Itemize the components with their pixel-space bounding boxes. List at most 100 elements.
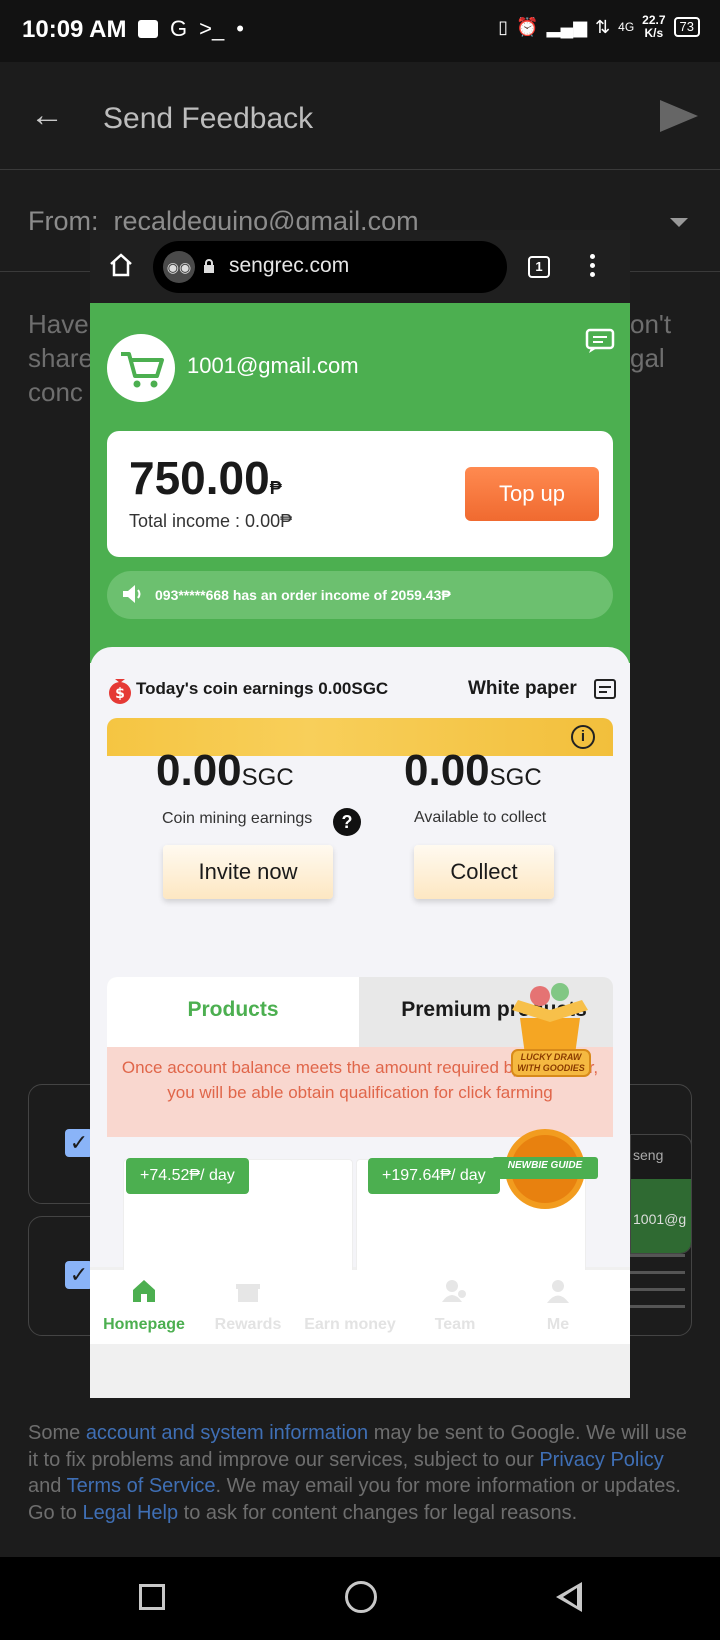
speaker-icon: [123, 585, 141, 603]
nav-earn-money[interactable]: Earn money: [296, 1270, 404, 1344]
available-value: 0.00SGC: [404, 746, 542, 796]
back-arrow-icon[interactable]: ←: [30, 96, 64, 135]
feedback-text-left: Have share conc: [28, 309, 94, 407]
mining-unit: SGC: [241, 764, 294, 791]
address-bar[interactable]: ◉◉ sengrec.com: [153, 241, 507, 293]
collect-button[interactable]: Collect: [414, 845, 554, 899]
coin-earnings-title: Today's coin earnings 0.00SGC: [136, 679, 389, 698]
help-icon[interactable]: ?: [333, 808, 361, 836]
newbie-guide-label: NEWBIE GUIDE: [507, 1160, 583, 1171]
back-button-inner: [563, 1588, 577, 1606]
peek-email: 1001@g: [633, 1211, 687, 1227]
tab-products[interactable]: Products: [107, 977, 359, 1047]
money-bag-icon: $: [109, 679, 131, 704]
data-arrows-icon: ⇅: [595, 16, 611, 37]
chevron-down-icon[interactable]: [670, 218, 688, 227]
available-caption: Available to collect: [414, 809, 547, 826]
mining-earnings-value: 0.00SGC: [156, 746, 294, 796]
browser-toolbar: ◉◉ sengrec.com 1: [90, 230, 630, 303]
send-icon[interactable]: [660, 100, 698, 132]
bottom-nav: Homepage Rewards Earn money Team Me: [90, 1270, 630, 1344]
product-rate-badge: +197.64₱/ day: [368, 1158, 500, 1194]
home-button[interactable]: [345, 1581, 377, 1613]
shopping-cart-icon: [121, 352, 164, 388]
nav-rewards[interactable]: Rewards: [194, 1270, 302, 1344]
feedback-title: Send Feedback: [103, 102, 314, 135]
currency-symbol: ₱: [269, 478, 282, 498]
white-paper-link[interactable]: White paper: [468, 678, 577, 700]
nav-me[interactable]: Me: [504, 1270, 612, 1344]
tab-switcher-icon[interactable]: 1: [528, 256, 550, 278]
mining-value: 0.00: [156, 746, 242, 795]
popup-browser: ◉◉ sengrec.com 1 1001@gmail.com 750.00₱ …: [90, 230, 630, 1398]
total-income: Total income : 0.00₱: [129, 511, 293, 531]
battery-icon: 73: [673, 17, 700, 37]
status-bar: 10:09 AM G >_ • ▯ ⏰ ▂▄▆ ⇅ 4G 22.7 K/s 73: [0, 0, 720, 62]
nav-team[interactable]: Team: [401, 1270, 509, 1344]
google-icon: G: [170, 16, 188, 41]
available-unit: SGC: [489, 764, 542, 791]
newbie-guide-badge[interactable]: NEWBIE GUIDE: [490, 1123, 600, 1213]
alarm-icon: ⏰: [516, 16, 539, 37]
home-icon[interactable]: [108, 252, 134, 278]
svg-text:$: $: [115, 686, 125, 702]
document-icon[interactable]: [593, 677, 617, 701]
mining-caption: Coin mining earnings: [162, 810, 313, 827]
terms-link[interactable]: Terms of Service: [67, 1475, 216, 1497]
balance-amount: 750.00₱: [129, 451, 282, 505]
recents-button[interactable]: [139, 1584, 165, 1610]
legal-help-link[interactable]: Legal Help: [82, 1502, 178, 1524]
available-number: 0.00: [404, 746, 490, 795]
overflow-menu-icon[interactable]: [590, 254, 595, 278]
message-icon: [138, 20, 158, 38]
privacy-policy-link[interactable]: Privacy Policy: [539, 1449, 663, 1471]
lucky-draw-badge[interactable]: LUCKY DRAW WITH GOODIES: [502, 970, 598, 1086]
legal-notice: Some account and system information may …: [28, 1420, 692, 1526]
signal-4g-icon: 4G: [618, 20, 635, 34]
nav-homepage[interactable]: Homepage: [90, 1270, 198, 1344]
invite-now-button[interactable]: Invite now: [163, 845, 333, 899]
ticker-text: 093*****668 has an order income of 2059.…: [155, 587, 451, 603]
person-icon: [547, 1280, 569, 1303]
status-system-icons: ▯ ⏰ ▂▄▆ ⇅ 4G 22.7 K/s 73: [498, 14, 700, 40]
gift-icon: [236, 1284, 260, 1302]
info-icon[interactable]: i: [571, 725, 595, 749]
net-speed: 22.7 K/s: [642, 13, 666, 40]
peek-url: seng: [633, 1147, 664, 1163]
legal-text: and: [28, 1475, 67, 1497]
top-up-button[interactable]: Top up: [465, 467, 599, 521]
feedback-text-right: on't gal: [630, 309, 672, 373]
signal-icon: ▂▄▆: [546, 16, 588, 37]
nav-label: Earn money: [304, 1316, 396, 1333]
url-text: sengrec.com: [229, 254, 350, 277]
dot-icon: •: [236, 16, 244, 41]
lucky-draw-label: LUCKY DRAW WITH GOODIES: [517, 1052, 585, 1073]
income-ticker: 093*****668 has an order income of 2059.…: [107, 571, 613, 619]
terminal-icon: >_: [199, 16, 225, 41]
legal-text: to ask for content changes for legal rea…: [178, 1501, 578, 1524]
checkbox-checked-icon[interactable]: ✓: [65, 1261, 93, 1289]
team-icon: [442, 1280, 466, 1302]
product-rate-badge: +74.52₱/ day: [126, 1158, 249, 1194]
checkbox-checked-icon[interactable]: ✓: [65, 1129, 93, 1157]
avatar[interactable]: [107, 334, 175, 402]
status-notification-icons: G >_ •: [138, 16, 244, 42]
balance-card: 750.00₱ Total income : 0.00₱ Top up: [107, 431, 613, 557]
user-email: 1001@gmail.com: [187, 353, 359, 378]
balance-value: 750.00: [129, 452, 270, 504]
home-icon: [133, 1280, 155, 1302]
popup-footer: [90, 1344, 630, 1398]
message-icon[interactable]: [585, 328, 615, 354]
feedback-header: ← Send Feedback: [0, 62, 720, 170]
nav-label: Homepage: [103, 1316, 185, 1333]
account-info-link[interactable]: account and system information: [86, 1422, 368, 1444]
status-time: 10:09 AM: [22, 16, 127, 43]
nav-label: Rewards: [214, 1316, 282, 1333]
screenshot-preview-peek[interactable]: seng 1001@g: [630, 1134, 692, 1254]
vibrate-icon: ▯: [498, 16, 509, 37]
incognito-icon: ◉◉: [163, 251, 195, 283]
legal-text: Some: [28, 1422, 86, 1444]
nav-label: Me: [546, 1316, 570, 1333]
nav-label: Team: [434, 1316, 476, 1333]
lock-icon: [204, 259, 214, 273]
